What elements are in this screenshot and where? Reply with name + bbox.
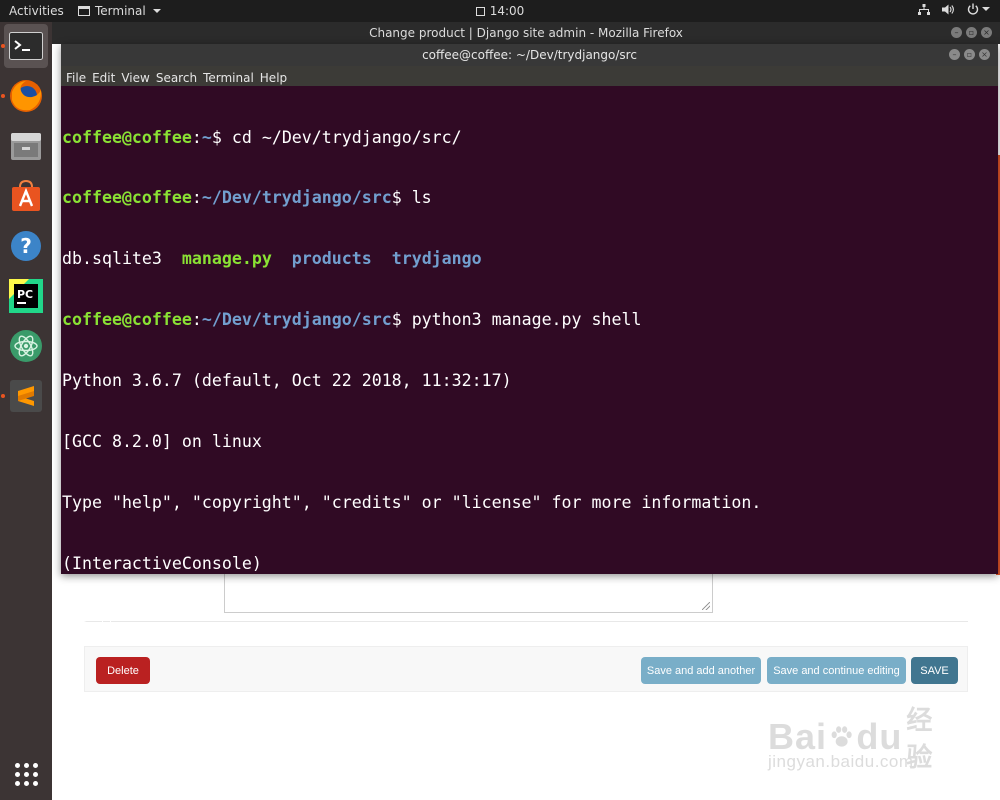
gcc-line: [GCC 8.2.0] on linux	[62, 432, 262, 452]
terminal-menu-bar: File Edit View Search Terminal Help	[61, 66, 998, 86]
power-icon	[967, 3, 990, 15]
help-line: Type "help", "copyright", "credits" or "…	[62, 492, 762, 512]
chevron-down-icon	[152, 9, 161, 13]
top-bar: Activities Terminal 14:00	[0, 0, 1000, 22]
firefox-window-title: Change product | Django site admin - Moz…	[369, 26, 683, 40]
ls-file-manage: manage.py	[181, 249, 272, 269]
help-icon: ?	[11, 231, 41, 261]
prompt-user: coffee@coffee	[62, 127, 192, 147]
pycharm-icon: PC	[9, 279, 43, 313]
prompt-path: ~/Dev/trydjango/src	[201, 310, 392, 330]
running-indicator	[1, 44, 5, 48]
dock-atom[interactable]	[4, 324, 48, 368]
text-cursor	[101, 614, 111, 634]
minimize-icon[interactable]: –	[951, 27, 962, 38]
paw-icon	[831, 726, 852, 747]
baidu-watermark: Bai du 经验 jingyan.baidu.com	[768, 694, 948, 776]
command: cd ~/Dev/trydjango/src/	[221, 127, 462, 147]
menu-search[interactable]: Search	[156, 68, 197, 85]
network-icon	[918, 3, 930, 15]
terminal-window-title: coffee@coffee: ~/Dev/trydjango/src	[422, 48, 637, 62]
chevron-down-icon	[982, 7, 990, 11]
prompt-user: coffee@coffee	[62, 310, 192, 330]
app-grid-icon	[14, 762, 38, 786]
firefox-icon	[10, 80, 42, 112]
python-version-line: Python 3.6.7 (default, Oct 22 2018, 11:3…	[62, 371, 512, 391]
dock-help[interactable]: ?	[4, 224, 48, 268]
volume-icon	[942, 4, 955, 15]
app-menu-label: Terminal	[95, 4, 146, 18]
minimize-icon[interactable]: –	[949, 49, 960, 60]
clock-time: 14:00	[489, 4, 525, 18]
close-icon[interactable]: ×	[981, 27, 992, 38]
firefox-title-bar: Change product | Django site admin - Moz…	[52, 22, 1000, 44]
command: python3 manage.py shell	[401, 310, 642, 330]
prompt-path: ~	[201, 127, 212, 147]
ls-file-db: db.sqlite3	[62, 249, 162, 269]
calendar-icon	[475, 6, 485, 16]
running-indicator	[1, 94, 5, 98]
terminal-title-bar[interactable]: coffee@coffee: ~/Dev/trydjango/src – ▫ ×	[61, 44, 998, 66]
svg-text:PC: PC	[17, 288, 33, 301]
dock-sublime[interactable]	[4, 374, 48, 418]
prompt-path: ~/Dev/trydjango/src	[201, 188, 392, 208]
clock[interactable]: 14:00	[475, 4, 525, 18]
ls-dir-products: products	[291, 249, 372, 269]
menu-terminal[interactable]: Terminal	[203, 68, 254, 85]
menu-help[interactable]: Help	[260, 68, 287, 85]
terminal-line: coffee@coffee:~/Dev/trydjango/src$ ls	[62, 188, 432, 208]
dock-firefox[interactable]	[4, 74, 48, 118]
terminal-window[interactable]: coffee@coffee: ~/Dev/trydjango/src – ▫ ×…	[61, 44, 998, 634]
console-line: (InteractiveConsole)	[62, 553, 262, 573]
dock-software-center[interactable]	[4, 174, 48, 218]
ls-dir-trydjango: trydjango	[391, 249, 482, 269]
terminal-output[interactable]: coffee@coffee:~$ cd ~/Dev/trydjango/src/…	[62, 87, 992, 634]
menu-edit[interactable]: Edit	[92, 68, 115, 85]
maximize-icon[interactable]: ▫	[964, 49, 975, 60]
menu-view[interactable]: View	[121, 68, 149, 85]
command: ls	[401, 188, 432, 208]
repl-prompt: >>>	[62, 614, 102, 634]
dock-files[interactable]	[4, 124, 48, 168]
system-tray[interactable]	[918, 3, 990, 15]
watermark-url: jingyan.baidu.com	[768, 752, 914, 771]
svg-text:?: ?	[20, 234, 32, 258]
close-icon[interactable]: ×	[979, 49, 990, 60]
app-menu[interactable]: Terminal	[78, 4, 161, 18]
terminal-icon	[78, 6, 90, 16]
running-indicator	[1, 394, 5, 398]
prompt-user: coffee@coffee	[62, 188, 192, 208]
repl-input-line[interactable]: >>>	[62, 614, 992, 635]
terminal-line: coffee@coffee:~/Dev/trydjango/src$ pytho…	[62, 310, 642, 330]
terminal-icon	[9, 32, 43, 60]
show-applications-button[interactable]	[4, 752, 48, 796]
atom-icon	[10, 330, 42, 362]
activities-button[interactable]: Activities	[9, 4, 64, 18]
maximize-icon[interactable]: ▫	[966, 27, 977, 38]
dock-pycharm[interactable]: PC	[4, 274, 48, 318]
dock-terminal[interactable]	[4, 24, 48, 68]
ls-output: db.sqlite3 manage.py products trydjango	[62, 249, 992, 269]
files-icon	[11, 133, 41, 160]
dock: ? PC	[0, 22, 52, 800]
software-center-icon	[12, 179, 40, 211]
sublime-text-icon	[10, 380, 42, 412]
menu-file[interactable]: File	[66, 68, 86, 85]
terminal-line: coffee@coffee:~$ cd ~/Dev/trydjango/src/	[62, 127, 462, 147]
